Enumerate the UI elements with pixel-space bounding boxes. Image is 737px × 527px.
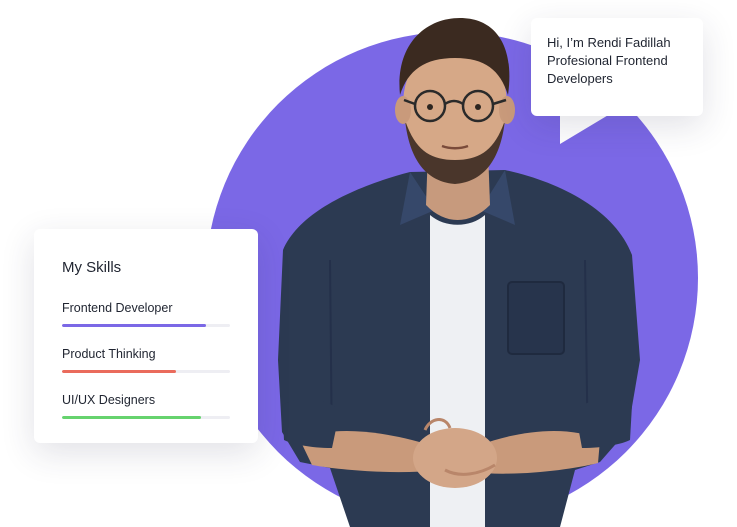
skill-progress-track (62, 370, 230, 373)
skill-label: UI/UX Designers (62, 393, 156, 407)
speech-line-3: Developers (547, 71, 613, 86)
speech-bubble: Hi, I’m Rendi Fadillah Profesional Front… (531, 18, 703, 116)
skill-label: Frontend Developer (62, 301, 173, 315)
skill-progress-track (62, 324, 230, 327)
speech-line-1: Hi, I’m Rendi Fadillah (547, 35, 671, 50)
skill-progress-fill (62, 416, 202, 419)
skill-product-thinking: Product Thinking (62, 347, 230, 373)
skills-card: My Skills Frontend Developer Product Thi… (34, 229, 258, 443)
clasped-hands (413, 428, 497, 488)
skill-progress-fill (62, 370, 177, 373)
skill-ui-ux-designers: UI/UX Designers (62, 393, 230, 419)
skill-label: Product Thinking (62, 347, 156, 361)
shirt-pocket (507, 281, 565, 355)
skill-progress-track (62, 416, 230, 419)
skill-frontend-developer: Frontend Developer (62, 301, 230, 327)
skill-progress-fill (62, 324, 207, 327)
speech-bubble-tail (560, 114, 610, 144)
speech-line-2: Profesional Frontend (547, 53, 668, 68)
hero-stage: Hi, I’m Rendi Fadillah Profesional Front… (0, 0, 737, 527)
skills-title: My Skills (62, 259, 122, 276)
speech-bubble-text: Hi, I’m Rendi Fadillah Profesional Front… (547, 34, 697, 88)
